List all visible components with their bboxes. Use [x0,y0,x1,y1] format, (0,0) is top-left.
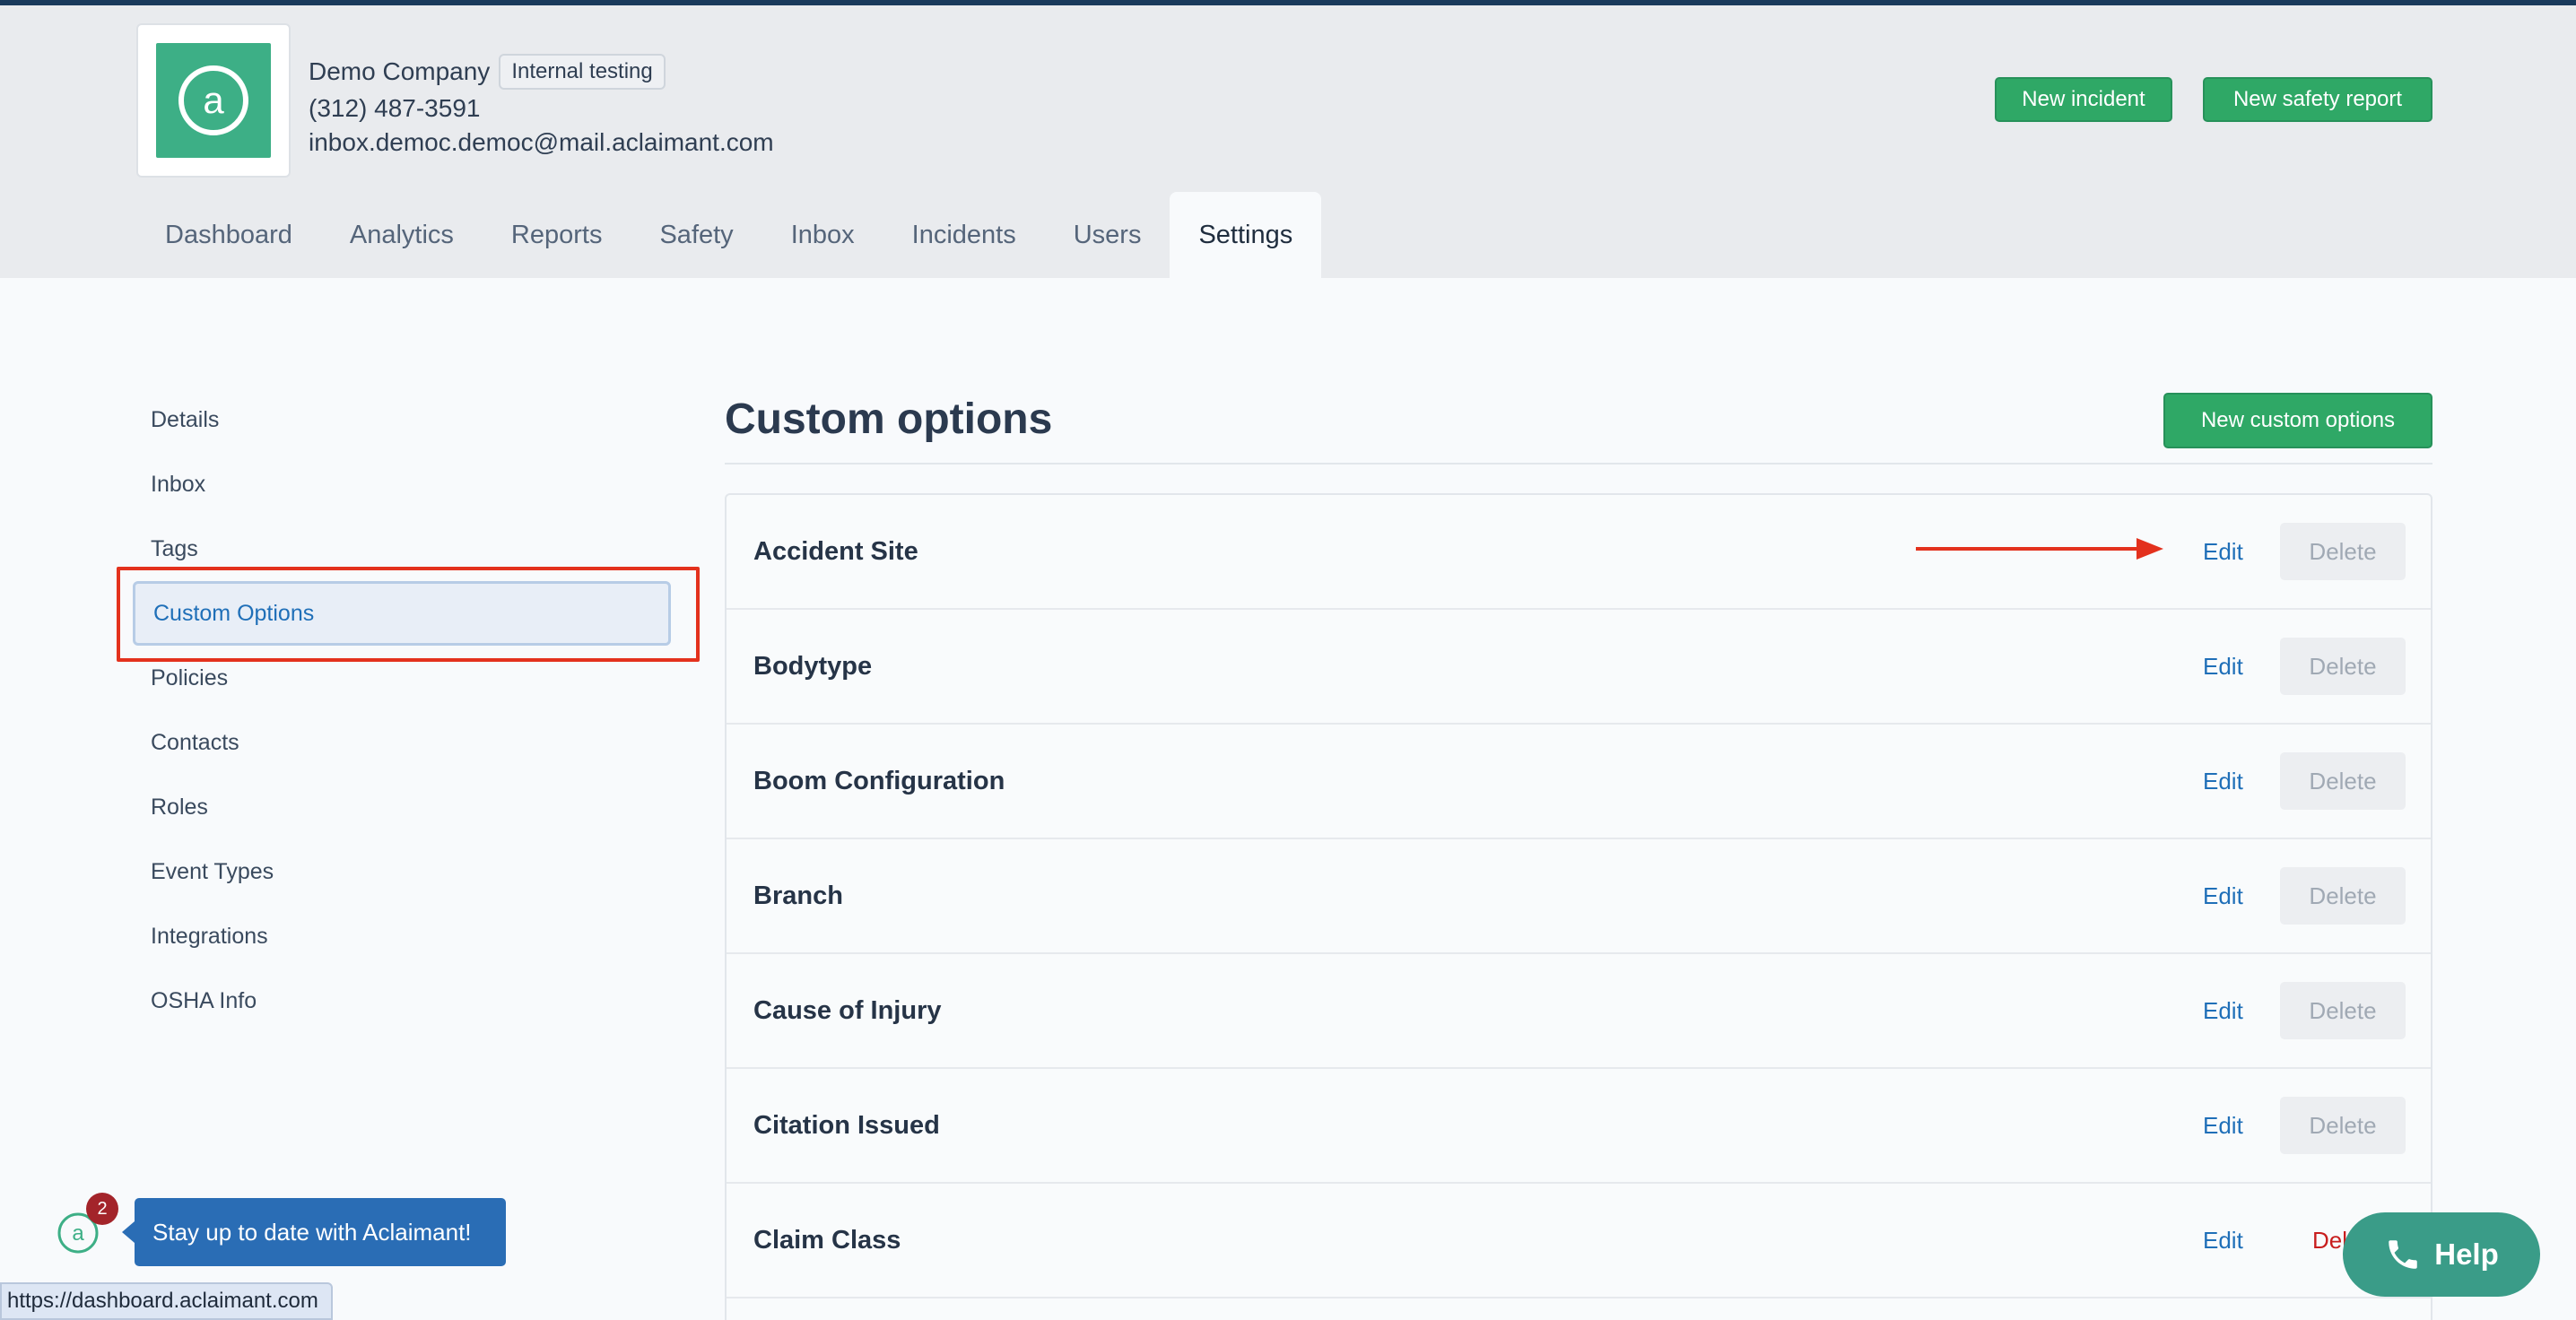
tab-settings[interactable]: Settings [1170,192,1322,278]
annotation-highlight-box [117,567,700,662]
option-name: Bodytype [753,651,873,681]
edit-link[interactable]: Edit [2203,768,2243,795]
list-item: Cause of Injury Edit Delete [727,954,2431,1069]
list-item: Accident Site Edit Delete [727,495,2431,610]
environment-badge: Internal testing [499,54,666,90]
edit-link[interactable]: Edit [2203,538,2243,566]
list-item: Claim Class Edit Dele [727,1184,2431,1298]
phone-icon [2389,1240,2417,1269]
help-label: Help [2434,1238,2499,1271]
page-title: Custom options [725,395,1053,443]
tab-analytics[interactable]: Analytics [321,192,483,278]
svg-text:a: a [72,1221,84,1246]
edit-link[interactable]: Edit [2203,997,2243,1025]
notification-message[interactable]: Stay up to date with Aclaimant! [122,1198,506,1266]
list-item: Bodytype Edit Delete [727,610,2431,725]
delete-button[interactable]: Delete [2280,752,2406,810]
aclaimant-logo-icon: a [156,43,271,158]
delete-button[interactable]: Delete [2280,638,2406,695]
sidebar-item-details[interactable]: Details [133,387,671,452]
company-phone: (312) 487-3591 [309,94,481,122]
company-email: inbox.democ.democ@mail.aclaimant.com [309,128,774,156]
edit-link[interactable]: Edit [2203,1227,2243,1255]
option-name: Boom Configuration [753,766,1005,795]
edit-link[interactable]: Edit [2203,653,2243,681]
sidebar-item-integrations[interactable]: Integrations [133,904,671,968]
delete-button[interactable]: Delete [2280,523,2406,580]
tab-inbox[interactable]: Inbox [762,192,883,278]
delete-button[interactable]: Delete [2280,867,2406,925]
custom-options-list: Accident Site Edit Delete Bodytype Edit … [725,493,2432,1320]
sidebar-item-event-types[interactable]: Event Types [133,839,671,904]
sidebar-item-osha-info[interactable]: OSHA Info [133,968,671,1033]
delete-button[interactable]: Delete [2280,982,2406,1039]
tab-users[interactable]: Users [1045,192,1171,278]
option-name: Citation Issued [753,1110,940,1140]
new-incident-button[interactable]: New incident [1995,77,2172,122]
list-item: Branch Edit Delete [727,839,2431,954]
delete-button[interactable]: Delete [2280,1097,2406,1154]
company-name: Demo Company [309,57,491,85]
title-divider [725,463,2432,465]
new-custom-options-button[interactable]: New custom options [2163,393,2432,448]
settings-sidebar: Details Inbox Tags Custom Options Polici… [133,387,671,1033]
tab-dashboard[interactable]: Dashboard [136,192,321,278]
tab-safety[interactable]: Safety [631,192,761,278]
edit-link[interactable]: Edit [2203,1112,2243,1140]
annotation-arrow-icon [1916,538,2163,560]
sidebar-item-roles[interactable]: Roles [133,775,671,839]
new-safety-report-button[interactable]: New safety report [2203,77,2432,122]
tab-incidents[interactable]: Incidents [883,192,1045,278]
list-item: Citation Issued Edit Delete [727,1069,2431,1184]
sidebar-item-inbox[interactable]: Inbox [133,452,671,517]
option-name: Cause of Injury [753,995,942,1025]
tab-reports[interactable]: Reports [483,192,631,278]
list-item: Boom Configuration Edit Delete [727,725,2431,839]
notification-count-badge: 2 [86,1193,118,1225]
company-info: Demo Company Internal testing (312) 487-… [309,52,774,160]
status-bar-url: https://dashboard.aclaimant.com [0,1282,333,1320]
option-name: Accident Site [753,536,918,566]
option-name: Claim Class [753,1225,901,1255]
company-logo[interactable]: a [136,23,291,178]
edit-link[interactable]: Edit [2203,882,2243,910]
svg-text:a: a [203,79,224,121]
help-button[interactable]: Help [2343,1212,2540,1297]
sidebar-item-contacts[interactable]: Contacts [133,710,671,775]
main-nav: Dashboard Analytics Reports Safety Inbox… [136,192,1322,278]
option-name: Branch [753,881,843,910]
